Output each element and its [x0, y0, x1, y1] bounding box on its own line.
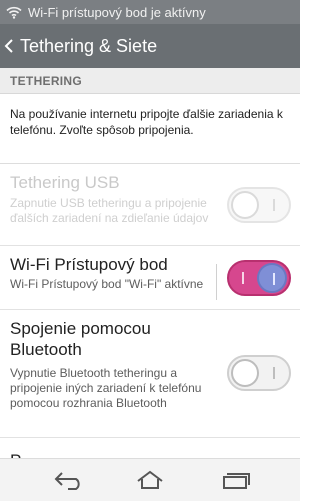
wifi-hotspot-toggle[interactable]: [227, 260, 291, 296]
status-bar: Wi-Fi prístupový bod je aktívny: [0, 0, 300, 24]
chevron-left-icon[interactable]: [4, 36, 16, 56]
row-partial[interactable]: P...: [0, 438, 300, 458]
home-icon[interactable]: [129, 467, 171, 493]
usb-tethering-subtitle: Zapnutie USB tetheringu a pripojenie ďal…: [10, 196, 209, 225]
row-wifi-hotspot[interactable]: Wi-Fi Prístupový bod Wi-Fi Prístupový bo…: [0, 246, 300, 310]
info-text: Na používanie internetu pripojte ďalšie …: [0, 94, 300, 164]
navigation-bar: [0, 458, 300, 501]
usb-tethering-toggle: [227, 187, 291, 223]
status-text: Wi-Fi prístupový bod je aktívny: [28, 4, 206, 20]
recents-icon[interactable]: [214, 467, 256, 493]
wifi-hotspot-subtitle: Wi-Fi Prístupový bod "Wi-Fi" aktívne: [10, 277, 204, 291]
bluetooth-tethering-title[interactable]: Spojenie pomocou Bluetooth: [10, 318, 180, 360]
section-header: TETHERING: [0, 68, 300, 94]
page-title[interactable]: Tethering & Siete: [20, 36, 157, 57]
row-usb-tethering: Tethering USB Zapnutie USB tetheringu a …: [0, 164, 300, 246]
usb-tethering-title: Tethering USB: [10, 173, 120, 192]
action-bar: Tethering & Siete: [0, 24, 300, 68]
row-bluetooth-tethering[interactable]: Spojenie pomocou Bluetooth Vypnutie Blue…: [0, 310, 300, 438]
bluetooth-tethering-subtitle: Vypnutie Bluetooth tetheringu a pripojen…: [10, 366, 202, 410]
divider: [216, 264, 217, 300]
wifi-icon: [6, 5, 22, 19]
back-arrow-icon[interactable]: [48, 467, 90, 493]
bluetooth-tethering-toggle[interactable]: [227, 355, 291, 391]
wifi-hotspot-title[interactable]: Wi-Fi Prístupový bod: [10, 254, 168, 275]
partial-row-title[interactable]: P...: [10, 450, 33, 458]
